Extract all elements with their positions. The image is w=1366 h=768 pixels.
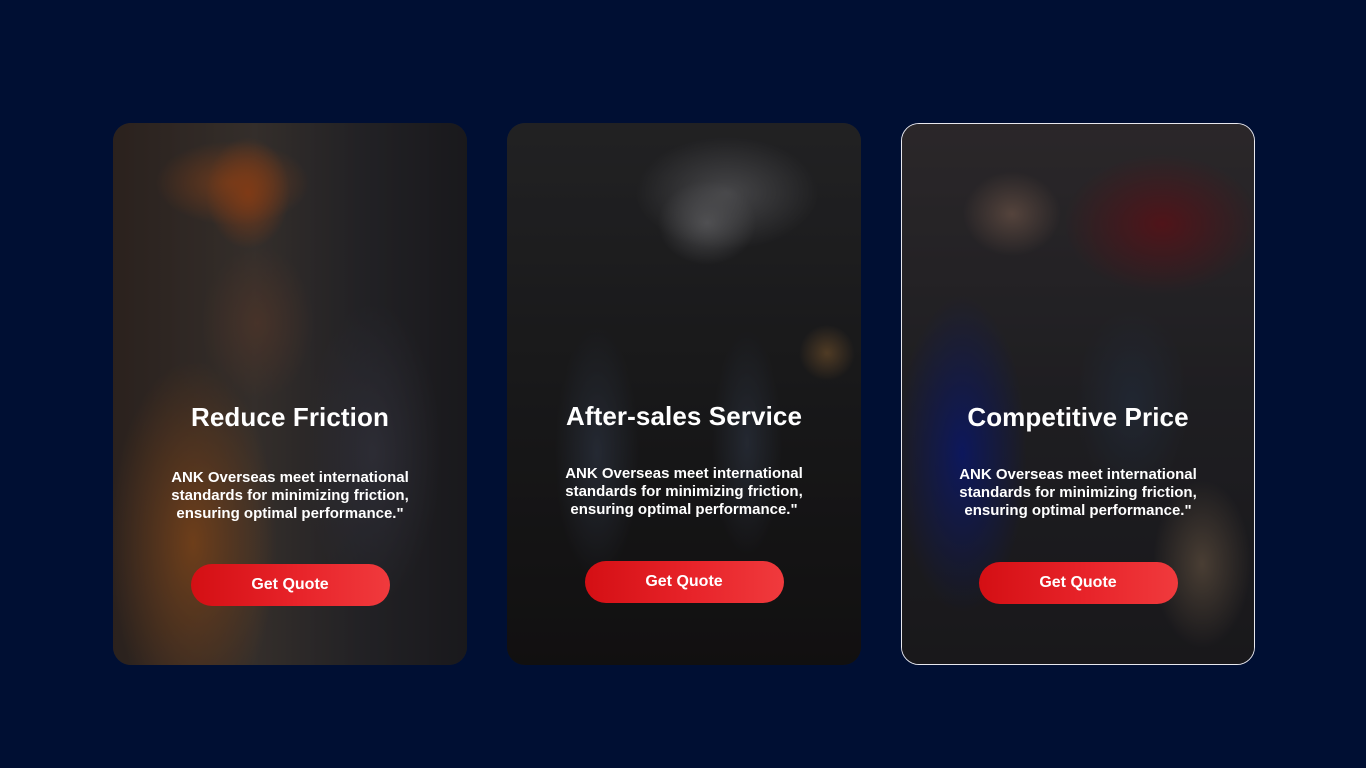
card-description: ANK Overseas meet international standard… — [171, 469, 409, 522]
card-title: After-sales Service — [565, 401, 803, 431]
get-quote-button[interactable]: Get Quote — [190, 564, 390, 606]
card-content: Competitive Price ANK Overseas meet inte… — [902, 124, 1254, 664]
card-content: After-sales Service ANK Overseas meet in… — [507, 123, 861, 665]
card-content: Reduce Friction ANK Overseas meet intern… — [113, 123, 467, 665]
card-description: ANK Overseas meet international standard… — [959, 466, 1197, 519]
card-title: Competitive Price — [967, 402, 1189, 432]
card-competitive-price: Competitive Price ANK Overseas meet inte… — [901, 123, 1255, 665]
card-title: Reduce Friction — [191, 402, 389, 432]
card-after-sales-service: After-sales Service ANK Overseas meet in… — [507, 123, 861, 665]
card-reduce-friction: Reduce Friction ANK Overseas meet intern… — [113, 123, 467, 665]
get-quote-button[interactable]: Get Quote — [584, 561, 784, 603]
get-quote-button[interactable]: Get Quote — [978, 562, 1178, 604]
card-description: ANK Overseas meet international standard… — [565, 465, 803, 518]
feature-cards: Reduce Friction ANK Overseas meet intern… — [113, 123, 1256, 666]
